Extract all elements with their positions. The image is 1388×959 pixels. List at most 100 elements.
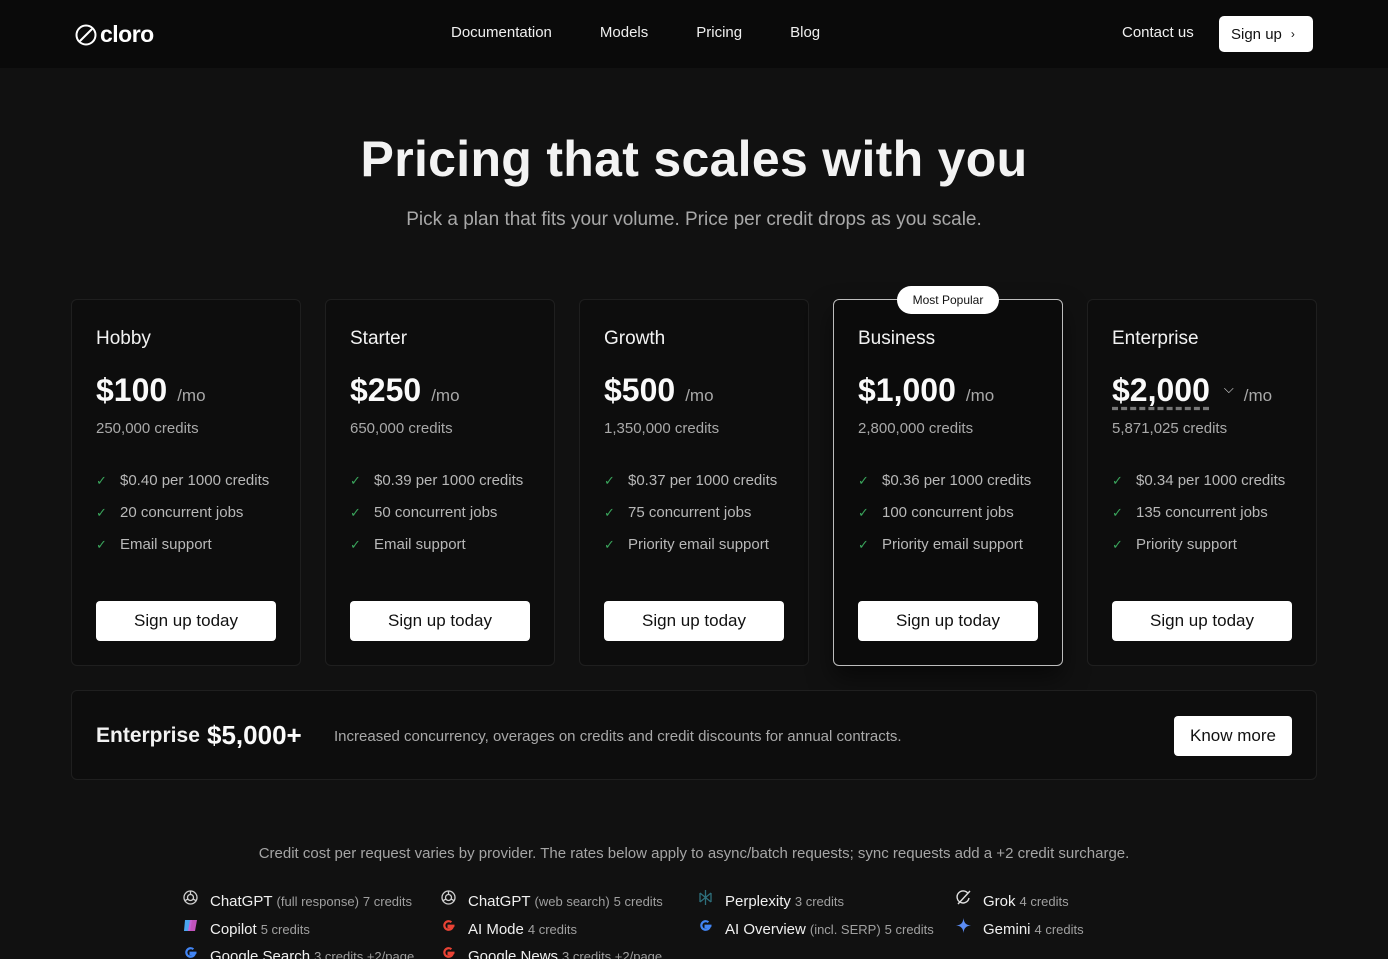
feature-text: 135 concurrent jobs: [1136, 504, 1268, 521]
feature-item: ✓ Email support: [96, 536, 269, 568]
feature-text: Priority email support: [628, 536, 769, 553]
nav-signup-label: Sign up: [1231, 25, 1282, 43]
google-icon: [182, 944, 210, 959]
feature-text: Priority email support: [882, 536, 1023, 553]
cloro-logo-icon: [75, 24, 97, 45]
price-row: $100 /mo: [96, 372, 206, 409]
top-nav: cloro Documentation Models Pricing Blog …: [0, 0, 1388, 68]
nav-link-pricing[interactable]: Pricing: [696, 24, 742, 41]
page-title: Pricing that scales with you: [360, 131, 1028, 187]
plan-card-hobby: Hobby $100 /mo 250,000 credits ✓ $0.40 pe…: [71, 299, 301, 666]
price-period: /mo: [177, 386, 206, 405]
feature-text: $0.34 per 1000 credits: [1136, 472, 1286, 489]
provider-item: AI Mode 4 credits: [440, 917, 577, 938]
provider-cost: 3 credits: [794, 894, 844, 909]
signup-today-button[interactable]: Sign up today: [96, 601, 276, 641]
nav-signup-button[interactable]: Sign up ›: [1219, 16, 1313, 52]
provider-qualifier: (web search): [534, 894, 610, 909]
plan-name: Business: [858, 328, 936, 349]
plan-credits: 650,000 credits: [350, 420, 453, 437]
plan-credits: 5,871,025 credits: [1112, 420, 1228, 437]
chevron-down-icon[interactable]: ⌵: [1224, 381, 1234, 397]
feature-item: ✓ $0.34 per 1000 credits: [1112, 472, 1285, 504]
logo[interactable]: cloro: [75, 21, 154, 48]
feature-item: ✓ $0.40 per 1000 credits: [96, 472, 269, 504]
copilot-icon: [182, 917, 210, 934]
chevron-right-icon: ›: [1290, 27, 1295, 41]
check-icon: ✓: [604, 473, 615, 488]
provider-item: Gemini 4 credits: [955, 917, 1084, 938]
feature-item: ✓ $0.36 per 1000 credits: [858, 472, 1031, 504]
gemini-icon: [955, 917, 983, 934]
plan-price-select[interactable]: $2,000: [1112, 372, 1210, 409]
price-row: $500 /mo: [604, 372, 714, 409]
check-icon: ✓: [350, 505, 361, 520]
provider-qualifier: (incl. SERP): [809, 922, 881, 937]
feature-text: 100 concurrent jobs: [882, 504, 1014, 521]
enterprise-banner: Enterprise $5,000+ Increased concurrency…: [71, 690, 1317, 780]
feature-text: 20 concurrent jobs: [120, 504, 244, 521]
price-row: $250 /mo: [350, 372, 460, 409]
openai-icon: [182, 889, 210, 906]
plan-price: $100: [96, 372, 168, 408]
nav-link-models[interactable]: Models: [600, 24, 648, 41]
plan-card-enterprise: Enterprise $2,000 ⌵ /mo 5,871,025 credit…: [1087, 299, 1317, 666]
price-period: /mo: [431, 386, 460, 405]
feature-list: ✓ $0.36 per 1000 credits ✓ 100 concurrent …: [858, 472, 1031, 568]
check-icon: ✓: [604, 537, 615, 552]
feature-item: ✓ Priority email support: [604, 536, 777, 568]
signup-today-button[interactable]: Sign up today: [1112, 601, 1292, 641]
plan-price: $1,000: [858, 372, 956, 408]
provider-name: Google Search: [210, 948, 311, 959]
price-row: $2,000 ⌵ /mo: [1112, 372, 1272, 409]
provider-name: Perplexity: [725, 893, 791, 910]
provider-name: AI Mode: [468, 921, 524, 938]
plan-name: Growth: [604, 328, 666, 349]
price-row: $1,000 /mo: [858, 372, 994, 409]
signup-today-button[interactable]: Sign up today: [604, 601, 784, 641]
provider-name: ChatGPT: [468, 893, 531, 910]
provider-item: Google News 3 credits +2/page: [440, 944, 662, 959]
feature-text: Priority support: [1136, 536, 1237, 553]
plan-card-starter: Starter $250 /mo 650,000 credits ✓ $0.39 …: [325, 299, 555, 666]
perplexity-icon: [697, 889, 725, 906]
feature-list: ✓ $0.39 per 1000 credits ✓ 50 concurrent j…: [350, 472, 523, 568]
feature-text: $0.39 per 1000 credits: [374, 472, 524, 489]
signup-today-button[interactable]: Sign up today: [858, 601, 1038, 641]
provider-name: AI Overview: [725, 921, 806, 938]
provider-cost: 3 credits +2/page: [314, 949, 415, 959]
banner-description: Increased concurrency, overages on credi…: [334, 728, 902, 745]
provider-cost: 3 credits +2/page: [562, 949, 663, 959]
nav-link-documentation[interactable]: Documentation: [451, 24, 552, 41]
feature-list: ✓ $0.40 per 1000 credits ✓ 20 concurrent j…: [96, 472, 269, 568]
check-icon: ✓: [1112, 537, 1123, 552]
feature-text: Email support: [120, 536, 212, 553]
check-icon: ✓: [858, 537, 869, 552]
page-subtitle: Pick a plan that fits your volume. Price…: [406, 209, 982, 230]
plan-credits: 2,800,000 credits: [858, 420, 974, 437]
feature-item: ✓ 135 concurrent jobs: [1112, 504, 1285, 536]
provider-name: ChatGPT: [210, 893, 273, 910]
know-more-button[interactable]: Know more: [1174, 716, 1292, 756]
price-period: /mo: [1243, 386, 1273, 405]
nav-link-blog[interactable]: Blog: [790, 24, 820, 41]
feature-item: ✓ $0.39 per 1000 credits: [350, 472, 523, 504]
grok-icon: [955, 889, 983, 906]
provider-item: ChatGPT (web search) 5 credits: [440, 889, 663, 910]
provider-cost: 5 credits: [613, 894, 663, 909]
provider-name: Grok: [983, 893, 1016, 910]
check-icon: ✓: [604, 505, 615, 520]
banner-price: $5,000+: [207, 720, 302, 750]
check-icon: ✓: [350, 473, 361, 488]
feature-text: $0.36 per 1000 credits: [882, 472, 1032, 489]
feature-item: ✓ $0.37 per 1000 credits: [604, 472, 777, 504]
plan-price: $500: [604, 372, 676, 408]
feature-text: $0.40 per 1000 credits: [120, 472, 270, 489]
signup-today-button[interactable]: Sign up today: [350, 601, 530, 641]
contact-link[interactable]: Contact us: [1122, 24, 1194, 41]
plan-credits: 1,350,000 credits: [604, 420, 720, 437]
feature-text: $0.37 per 1000 credits: [628, 472, 778, 489]
feature-item: ✓ 20 concurrent jobs: [96, 504, 269, 536]
provider-cost: 7 credits: [362, 894, 413, 909]
provider-cost: 5 credits: [884, 922, 934, 937]
